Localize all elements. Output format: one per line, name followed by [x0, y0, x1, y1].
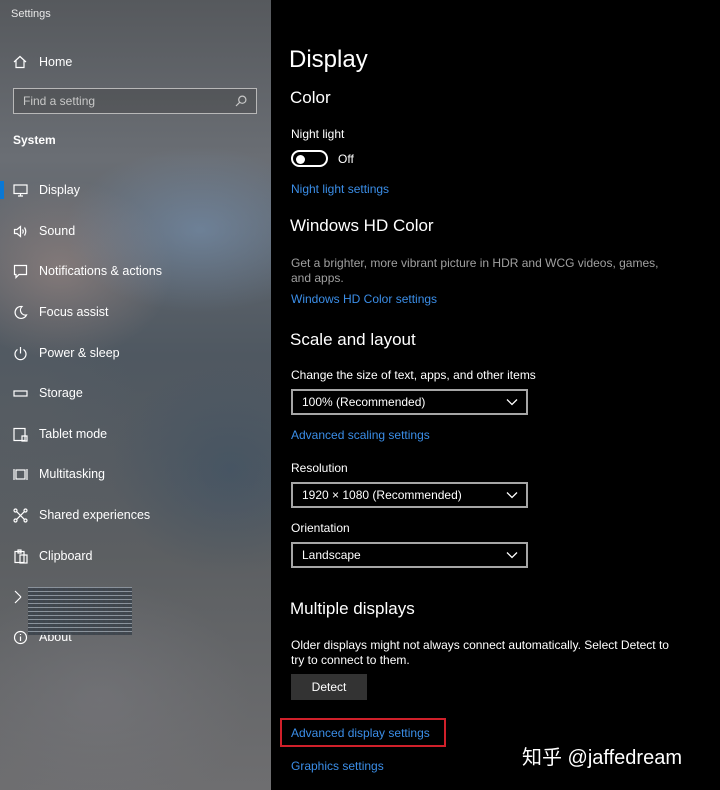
notification-icon	[13, 264, 28, 279]
home-icon	[13, 55, 27, 69]
speaker-icon	[13, 224, 27, 238]
sidebar-item-power-sleep[interactable]: Power & sleep	[0, 337, 271, 369]
section-heading-color: Color	[290, 88, 331, 107]
sidebar-item-label: Display	[39, 183, 80, 197]
resolution-label: Resolution	[291, 461, 348, 475]
sidebar-item-focus-assist[interactable]: Focus assist	[0, 296, 271, 328]
tablet-mode-icon	[13, 427, 28, 442]
orientation-label: Orientation	[291, 521, 350, 535]
sidebar-item-notifications[interactable]: Notifications & actions	[0, 255, 271, 287]
home-label: Home	[39, 55, 73, 69]
hd-color-settings-link[interactable]: Windows HD Color settings	[291, 292, 437, 306]
scale-dropdown[interactable]: 100% (Recommended)	[291, 389, 528, 415]
power-icon	[14, 346, 27, 360]
toggle-knob	[296, 154, 305, 164]
advanced-scaling-link[interactable]: Advanced scaling settings	[291, 428, 430, 442]
storage-icon	[13, 389, 28, 397]
night-light-state: Off	[338, 152, 354, 166]
sidebar-item-display[interactable]: Display	[0, 174, 271, 206]
sidebar-item-label: Sound	[39, 224, 76, 238]
sidebar-item-label: Shared experiences	[39, 508, 151, 522]
chevron-down-icon	[506, 399, 518, 406]
sidebar-item-label: Power & sleep	[39, 346, 120, 360]
night-light-settings-link[interactable]: Night light settings	[291, 182, 389, 196]
graphics-settings-link[interactable]: Graphics settings	[291, 759, 384, 773]
home-nav-item[interactable]: Home	[13, 53, 72, 71]
window-title: Settings	[11, 8, 51, 20]
scale-dropdown-value: 100% (Recommended)	[302, 395, 426, 409]
sidebar-item-label: Clipboard	[39, 549, 93, 563]
hd-color-description: Get a brighter, more vibrant picture in …	[291, 256, 659, 285]
advanced-display-settings-link[interactable]: Advanced display settings	[291, 726, 430, 740]
section-heading-multiple-displays: Multiple displays	[290, 599, 415, 618]
multitasking-icon	[13, 468, 28, 480]
sidebar-item-label: Notifications & actions	[39, 264, 162, 278]
section-title: System	[13, 133, 56, 147]
orientation-dropdown-value: Landscape	[302, 548, 361, 562]
search-icon	[235, 95, 247, 107]
page-title: Display	[289, 46, 368, 73]
chevron-down-icon	[506, 552, 518, 559]
resolution-dropdown[interactable]: 1920 × 1080 (Recommended)	[291, 482, 528, 508]
scale-size-label: Change the size of text, apps, and other…	[291, 368, 536, 382]
sidebar: Settings Home Find a setting System Disp…	[0, 0, 271, 790]
sidebar-item-label: Storage	[39, 386, 83, 400]
sidebar-item-label: Focus assist	[39, 305, 109, 319]
sidebar-item-sound[interactable]: Sound	[0, 215, 271, 247]
night-light-label: Night light	[291, 127, 345, 141]
clipboard-icon	[14, 548, 28, 564]
sidebar-item-shared-experiences[interactable]: Shared experiences	[0, 499, 271, 531]
main-content: Display Color Night light Off Night ligh…	[271, 0, 720, 790]
remote-desktop-icon	[14, 590, 22, 603]
search-input[interactable]: Find a setting	[13, 88, 257, 114]
detect-button[interactable]: Detect	[291, 674, 367, 700]
sidebar-item-label: Multitasking	[39, 467, 105, 481]
night-light-toggle[interactable]	[291, 150, 328, 167]
moon-icon	[14, 305, 28, 319]
sidebar-item-storage[interactable]: Storage	[0, 377, 271, 409]
section-heading-hd-color: Windows HD Color	[290, 216, 434, 235]
text-overlay-noise	[28, 587, 132, 635]
multiple-displays-description: Older displays might not always connect …	[291, 638, 669, 667]
shared-experiences-icon	[13, 507, 28, 523]
watermark: 知乎 @jaffedream	[522, 747, 682, 769]
orientation-dropdown[interactable]: Landscape	[291, 542, 528, 568]
resolution-dropdown-value: 1920 × 1080 (Recommended)	[302, 488, 462, 502]
info-icon	[13, 630, 28, 644]
sidebar-item-tablet-mode[interactable]: Tablet mode	[0, 418, 271, 450]
sidebar-item-clipboard[interactable]: Clipboard	[0, 540, 271, 572]
search-placeholder: Find a setting	[23, 94, 96, 108]
monitor-icon	[13, 183, 28, 197]
section-heading-scale-layout: Scale and layout	[290, 330, 416, 349]
sidebar-item-multitasking[interactable]: Multitasking	[0, 458, 271, 490]
chevron-down-icon	[506, 492, 518, 499]
sidebar-item-label: Tablet mode	[39, 427, 108, 441]
